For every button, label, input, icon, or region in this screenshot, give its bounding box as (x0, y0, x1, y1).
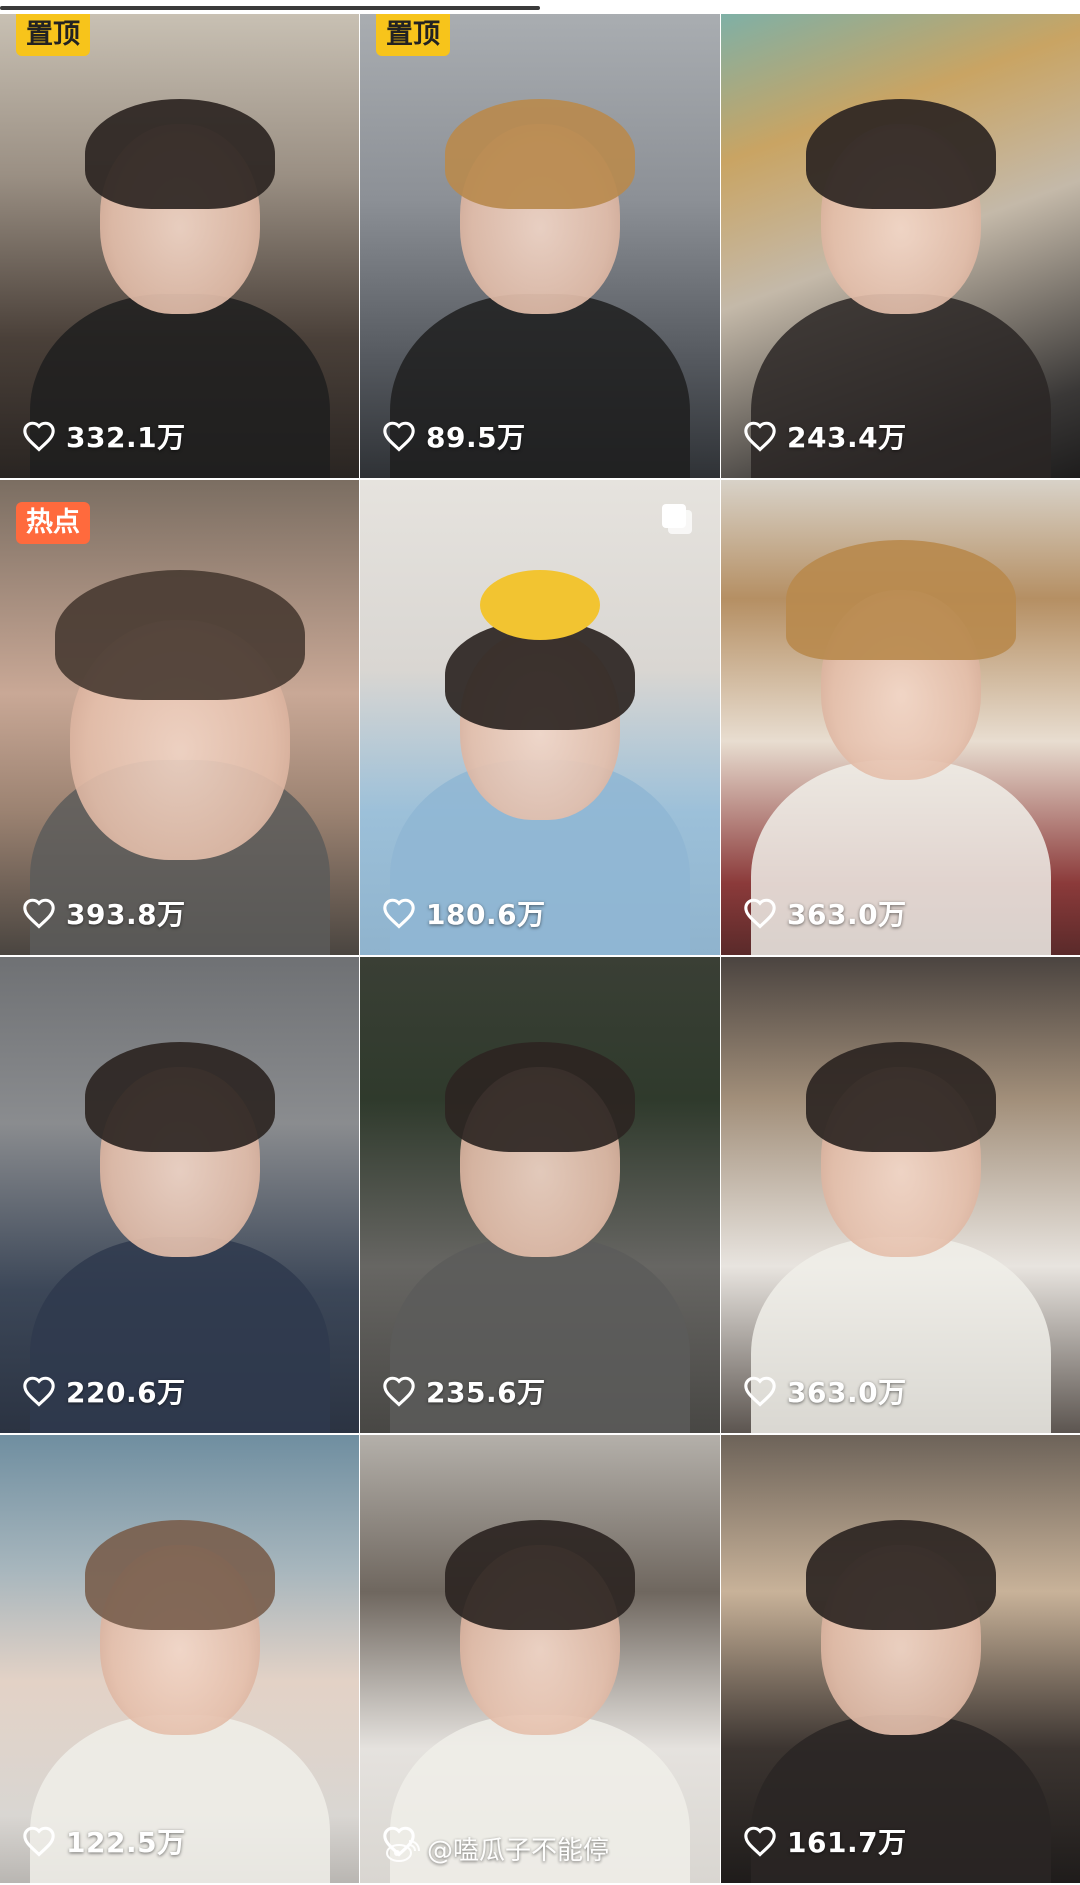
person-hair (84, 1042, 275, 1152)
video-tile[interactable]: 热点 393.8万 (0, 480, 359, 957)
video-tile[interactable]: 235.6万 (360, 957, 720, 1435)
hat (785, 540, 1016, 660)
heart-icon (23, 1826, 55, 1857)
heart-icon (23, 1376, 55, 1407)
person-hair (805, 99, 996, 209)
watermark-text: @嗑瓜子不能停 (427, 1836, 610, 1866)
watermark: @嗑瓜子不能停 (385, 1830, 609, 1867)
like-count-text: 122.5万 (66, 1826, 186, 1859)
heart-icon (383, 898, 415, 929)
like-count: 363.0万 (743, 1371, 907, 1411)
like-count: 243.4万 (743, 416, 907, 456)
video-thumbnail (721, 957, 1080, 1433)
like-count: 180.6万 (382, 893, 546, 933)
video-tile[interactable]: 161.7万 (721, 1435, 1080, 1885)
video-thumbnail (360, 480, 720, 955)
hot-badge: 热点 (16, 502, 90, 544)
person-hair (54, 570, 305, 700)
heart-icon (23, 421, 55, 452)
like-count: 363.0万 (743, 893, 907, 933)
like-count-text: 89.5万 (426, 421, 526, 454)
heart-icon (23, 898, 55, 929)
person-hair (445, 1042, 635, 1152)
heart-icon (744, 421, 776, 452)
video-thumbnail (360, 14, 720, 478)
heart-icon (744, 1376, 776, 1407)
dog-filter-ears (445, 99, 635, 209)
like-count: 235.6万 (382, 1371, 546, 1411)
pinned-badge: 置顶 (16, 14, 90, 56)
person-hair (805, 1042, 996, 1152)
video-tile[interactable] (360, 1435, 720, 1885)
like-count-text: 243.4万 (787, 421, 907, 454)
like-count-text: 393.8万 (66, 898, 186, 931)
video-tile[interactable]: 180.6万 (360, 480, 720, 957)
heart-icon (383, 421, 415, 452)
like-count-text: 363.0万 (787, 898, 907, 931)
heart-icon (744, 898, 776, 929)
multi-image-icon (662, 504, 692, 534)
like-count-text: 220.6万 (66, 1376, 186, 1409)
video-thumbnail (721, 1435, 1080, 1883)
video-tile[interactable]: 122.5万 (0, 1435, 359, 1885)
like-count: 122.5万 (22, 1821, 186, 1861)
video-thumbnail (0, 957, 359, 1433)
video-grid: 置顶 332.1万 置顶 89.5万 243.4万 热点 393.8万 180.… (0, 14, 1080, 1885)
weibo-icon (386, 1839, 420, 1862)
like-count: 220.6万 (22, 1371, 186, 1411)
heart-icon (383, 1376, 415, 1407)
top-bar (0, 0, 1080, 14)
like-count-text: 235.6万 (426, 1376, 546, 1409)
like-count: 332.1万 (22, 416, 186, 456)
scroll-indicator (0, 6, 540, 10)
video-thumbnail (721, 480, 1080, 955)
like-count: 393.8万 (22, 893, 186, 933)
person-hair (805, 1520, 996, 1630)
video-thumbnail (360, 957, 720, 1433)
person-hair (84, 99, 275, 209)
video-thumbnail (360, 1435, 720, 1883)
heart-icon (744, 1826, 776, 1857)
video-tile[interactable]: 置顶 332.1万 (0, 14, 359, 480)
video-tile[interactable]: 363.0万 (721, 480, 1080, 957)
like-count-text: 180.6万 (426, 898, 546, 931)
rubber-duck (480, 570, 600, 640)
like-count-text: 332.1万 (66, 421, 186, 454)
video-thumbnail (0, 1435, 359, 1883)
like-count: 89.5万 (382, 416, 526, 456)
video-thumbnail (721, 14, 1080, 478)
person-hair (445, 1520, 635, 1630)
video-tile[interactable]: 220.6万 (0, 957, 359, 1435)
video-thumbnail (0, 480, 359, 955)
video-thumbnail (0, 14, 359, 478)
like-count-text: 363.0万 (787, 1376, 907, 1409)
like-count: 161.7万 (743, 1821, 907, 1861)
pinned-badge: 置顶 (376, 14, 450, 56)
video-tile[interactable]: 363.0万 (721, 957, 1080, 1435)
like-count-text: 161.7万 (787, 1826, 907, 1859)
video-tile[interactable]: 243.4万 (721, 14, 1080, 480)
person-hair (84, 1520, 275, 1630)
video-tile[interactable]: 置顶 89.5万 (360, 14, 720, 480)
